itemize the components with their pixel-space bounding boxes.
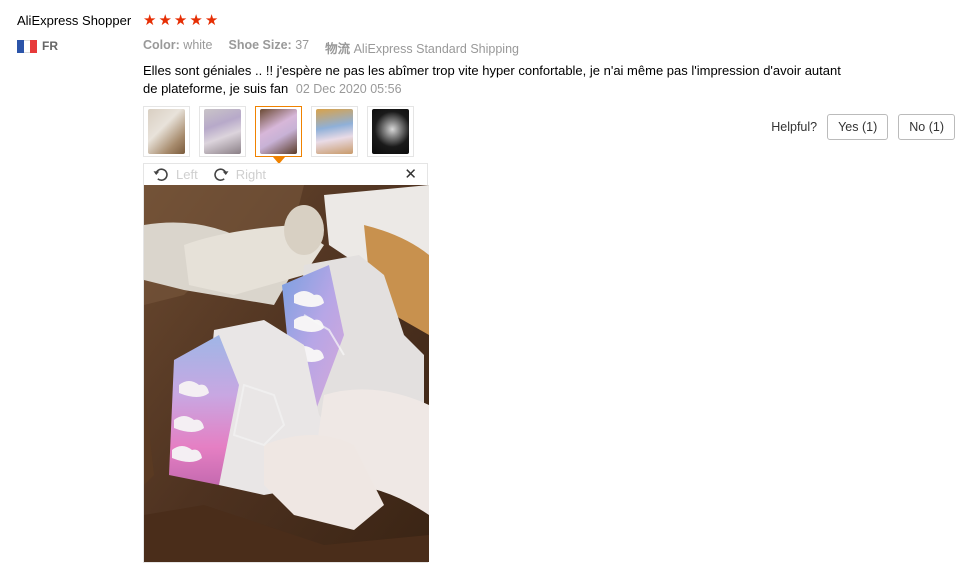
star-icon: ★ (143, 12, 157, 29)
helpful-votes: Helpful? Yes (1) No (1) (771, 114, 955, 140)
thumbnail-3[interactable] (255, 106, 302, 164)
review-text: Elles sont géniales .. !! j'espère ne pa… (143, 62, 843, 98)
photo-thumbnails (143, 106, 414, 164)
star-icon: ★ (189, 12, 203, 29)
close-icon[interactable]: ✕ (404, 165, 417, 183)
helpful-label: Helpful? (771, 120, 818, 134)
image-viewer: Left Right ✕ (143, 163, 429, 563)
rotate-left-icon[interactable] (152, 166, 170, 184)
rotate-right-icon[interactable] (212, 166, 230, 184)
attr-color: Color: white (143, 38, 213, 52)
star-icon: ★ (204, 12, 219, 29)
review-date: 02 Dec 2020 05:56 (295, 82, 402, 96)
thumbnail-5[interactable] (367, 106, 414, 157)
rotate-left-label[interactable]: Left (176, 167, 198, 182)
review-user-name: AliExpress Shopper (17, 13, 132, 28)
rating-stars: ★ ★ ★ ★ ★ (143, 12, 218, 30)
helpful-no-button[interactable]: No (1) (898, 114, 955, 140)
review-photo-image (144, 185, 429, 562)
thumbnail-image (148, 109, 185, 154)
viewer-toolbar: Left Right ✕ (144, 164, 427, 185)
thumbnail-image (316, 109, 353, 154)
review-body: Elles sont géniales .. !! j'espère ne pa… (143, 63, 841, 96)
purchase-attributes: Color: white Shoe Size: 37 物流 AliExpress… (143, 38, 519, 57)
thumbnail-1[interactable] (143, 106, 190, 157)
reviewer-country: FR (17, 39, 58, 53)
rotate-right-label[interactable]: Right (236, 167, 266, 182)
star-icon: ★ (173, 12, 188, 29)
thumbnail-2[interactable] (199, 106, 246, 157)
france-flag-icon (17, 39, 38, 53)
thumbnail-4[interactable] (311, 106, 358, 157)
thumbnail-image (204, 109, 241, 154)
helpful-yes-button[interactable]: Yes (1) (827, 114, 889, 140)
star-icon: ★ (158, 12, 172, 29)
review-photo (144, 185, 429, 562)
attr-shoe-size: Shoe Size: 37 (228, 38, 310, 52)
attr-shipping: 物流 AliExpress Standard Shipping (325, 42, 519, 56)
thumbnail-image (260, 109, 297, 154)
country-code: FR (42, 39, 58, 53)
thumbnail-image (372, 109, 409, 154)
